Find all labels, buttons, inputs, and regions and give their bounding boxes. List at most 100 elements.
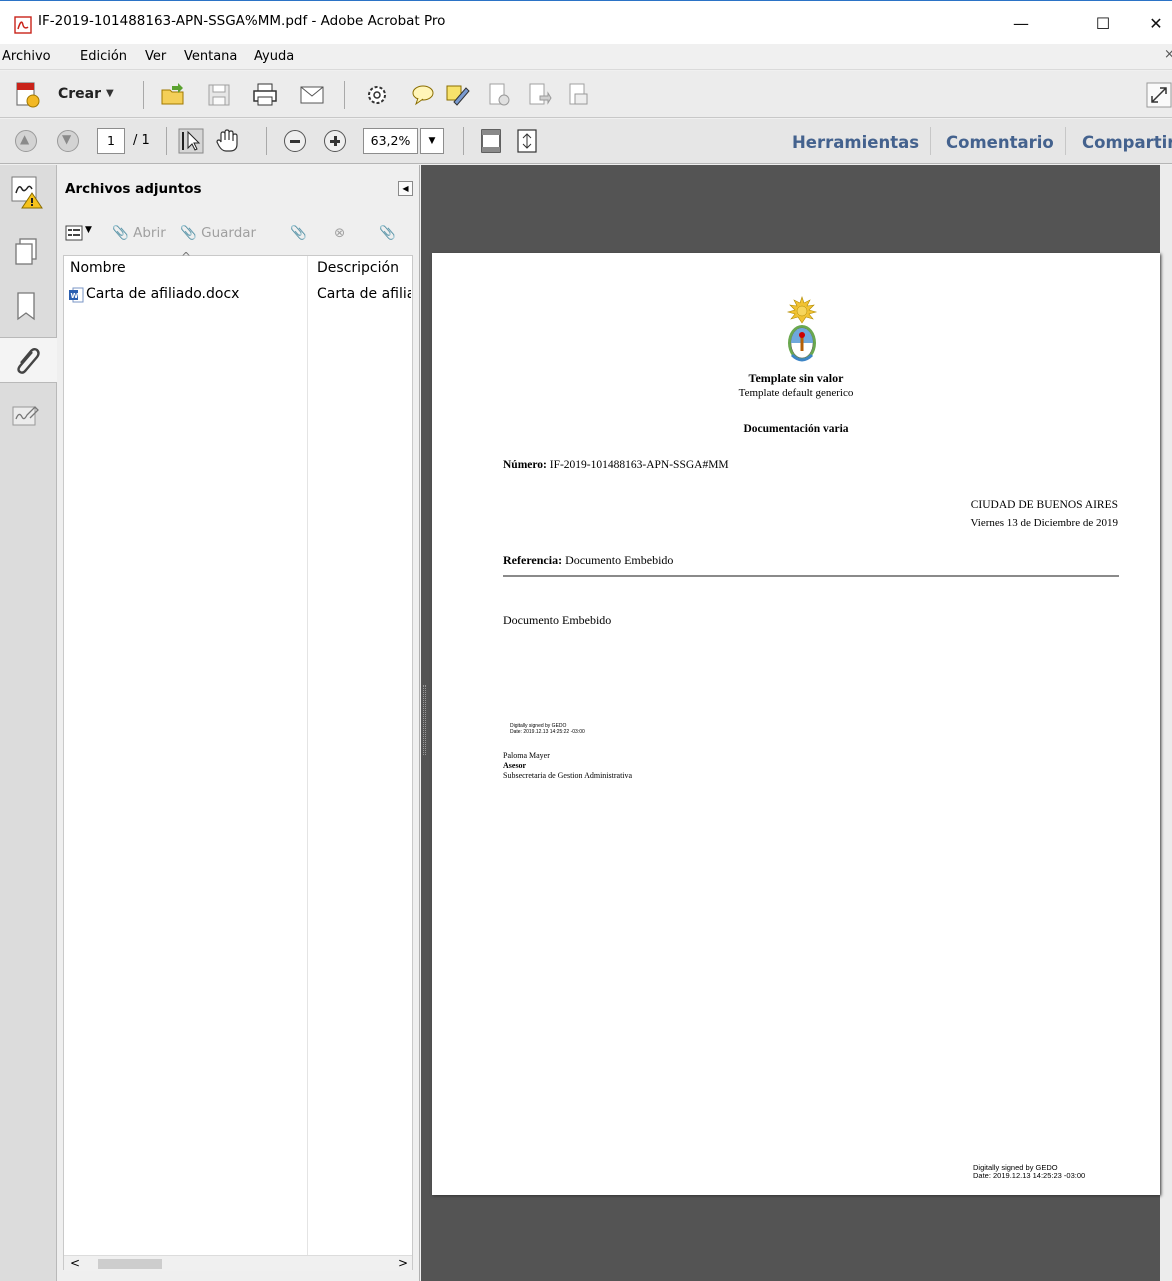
chevron-down-icon: ▼ — [428, 136, 436, 146]
toolbar-divider — [143, 81, 144, 109]
vertical-scrollbar[interactable] — [1160, 165, 1172, 1281]
menu-close-doc-icon[interactable]: × — [1164, 47, 1172, 62]
pages-icon[interactable] — [566, 82, 592, 108]
close-icon: ✕ — [1149, 14, 1163, 33]
signature-stamp: Digitally signed by GEDO Date: 2019.12.1… — [510, 723, 585, 735]
open-label: Abrir — [133, 225, 166, 241]
next-page-button[interactable]: ▼ — [57, 130, 79, 152]
open-folder-icon[interactable] — [160, 82, 186, 108]
save-label: Guardar — [201, 225, 257, 241]
paperclip-icon — [17, 348, 40, 374]
zoom-in-button[interactable] — [324, 130, 346, 152]
expand-icon[interactable] — [1146, 82, 1172, 108]
create-button[interactable]: Crear ▼ — [14, 81, 114, 109]
list-options-icon — [65, 225, 83, 241]
create-label: Crear — [58, 86, 102, 102]
acrobat-pdf-icon — [14, 16, 32, 34]
export-icon[interactable] — [526, 82, 552, 108]
fit-width-icon[interactable] — [514, 128, 540, 154]
document-view[interactable]: Template sin valor Template default gene… — [421, 165, 1172, 1281]
toolbar-divider — [266, 127, 267, 155]
signatures-panel-icon[interactable] — [10, 399, 44, 433]
toolbar-divider — [166, 127, 167, 155]
comment-icon[interactable] — [410, 82, 436, 108]
collapse-panel-button[interactable]: ◀ — [398, 181, 413, 196]
scroll-left-icon[interactable]: < — [70, 1256, 80, 1270]
add-attachment-button[interactable]: 📎 — [290, 225, 307, 241]
pdf-page: Template sin valor Template default gene… — [432, 253, 1160, 1195]
search-attachments-icon: 📎 — [379, 225, 396, 241]
close-button[interactable]: ✕ — [1140, 9, 1172, 39]
footer-signature-stamp: Digitally signed by GEDO Date: 2019.12.1… — [973, 1164, 1085, 1180]
sort-ascending-icon: ^ — [181, 250, 192, 264]
document-number: Número: IF-2019-101488163-APN-SSGA#MM — [503, 459, 729, 471]
signer-name: Paloma Mayer — [503, 751, 550, 760]
search-attachments-button[interactable]: 📎 — [379, 225, 396, 241]
fit-page-icon[interactable] — [478, 128, 504, 154]
navigation-pane — [0, 165, 57, 1281]
table-row[interactable]: W Carta de afiliado.docx Carta de afilia… — [64, 284, 412, 306]
zoom-out-button[interactable] — [284, 130, 306, 152]
reference-value: Documento Embebido — [565, 553, 674, 567]
column-header-description[interactable]: Descripción — [317, 260, 399, 276]
scroll-right-icon[interactable]: > — [398, 1256, 408, 1270]
minimize-icon: — — [1013, 14, 1029, 33]
menu-bar: Archivo Edición Ver Ventana Ayuda × — [0, 44, 1172, 70]
options-menu-button[interactable]: ▼ — [65, 224, 95, 244]
menu-ver[interactable]: Ver — [145, 49, 166, 64]
signer-organization: Subsecretaria de Gestion Administrativa — [503, 771, 633, 780]
document-reference: Referencia: Documento Embebido — [503, 553, 673, 568]
horizontal-scrollbar[interactable]: < > — [64, 1255, 412, 1271]
tab-comentario[interactable]: Comentario — [946, 133, 1054, 152]
maximize-icon: ☐ — [1095, 14, 1111, 33]
attachments-title: Archivos adjuntos — [65, 181, 202, 197]
attachments-tab[interactable] — [0, 337, 57, 383]
reference-label: Referencia: — [503, 553, 563, 567]
sign-icon[interactable] — [486, 82, 512, 108]
chevron-down-icon: ▼ — [106, 88, 114, 99]
minus-icon — [290, 140, 300, 143]
minimize-button[interactable]: — — [998, 9, 1044, 39]
toolbar-divider — [463, 127, 464, 155]
signature-warning-icon[interactable] — [10, 175, 44, 209]
reference-divider — [503, 575, 1119, 577]
settings-icon[interactable] — [364, 82, 390, 108]
tab-compartir[interactable]: Compartir — [1082, 133, 1172, 152]
menu-ayuda[interactable]: Ayuda — [254, 49, 294, 64]
page-total: / 1 — [133, 133, 150, 148]
menu-edicion[interactable]: Edición — [80, 49, 127, 64]
previous-page-button[interactable]: ▲ — [15, 130, 37, 152]
document-date: Viernes 13 de Diciembre de 2019 — [970, 517, 1119, 529]
save-icon[interactable] — [206, 82, 232, 108]
bookmarks-icon[interactable] — [10, 289, 44, 323]
page-number-input[interactable]: 1 — [97, 128, 125, 154]
number-label: Número: — [503, 459, 547, 471]
column-header-name[interactable]: Nombre — [70, 260, 126, 276]
scrollbar-thumb[interactable] — [98, 1259, 162, 1269]
print-icon[interactable] — [252, 82, 278, 108]
column-divider — [307, 256, 308, 1271]
panel-resize-handle[interactable] — [423, 685, 426, 755]
document-type: Documentación varia — [743, 423, 849, 435]
email-icon[interactable] — [299, 82, 325, 108]
document-city: CIUDAD DE BUENOS AIRES — [970, 499, 1118, 511]
attachment-name: Carta de afiliado.docx — [86, 286, 240, 302]
paperclip-save-icon: 📎 — [180, 225, 197, 241]
menu-archivo[interactable]: Archivo — [2, 49, 51, 64]
tab-herramientas[interactable]: Herramientas — [792, 133, 919, 152]
svg-text:W: W — [71, 292, 79, 300]
menu-ventana[interactable]: Ventana — [184, 49, 237, 64]
page-thumbnails-icon[interactable] — [10, 235, 44, 269]
highlight-icon[interactable] — [444, 82, 470, 108]
zoom-dropdown-button[interactable]: ▼ — [420, 128, 444, 154]
maximize-button[interactable]: ☐ — [1080, 9, 1126, 39]
select-cursor-icon[interactable] — [178, 128, 204, 154]
zoom-level-input[interactable]: 63,2% — [363, 128, 418, 154]
title-bar: IF-2019-101488163-APN-SSGA%MM.pdf - Adob… — [0, 0, 1172, 44]
document-body: Documento Embebido — [503, 613, 612, 627]
create-pdf-icon — [16, 82, 40, 108]
open-attachment-button[interactable]: 📎 Abrir — [112, 225, 166, 241]
delete-attachment-button[interactable]: ⊗ — [334, 225, 345, 241]
save-attachment-button[interactable]: 📎 Guardar — [180, 225, 256, 241]
hand-tool-icon[interactable] — [214, 128, 240, 154]
